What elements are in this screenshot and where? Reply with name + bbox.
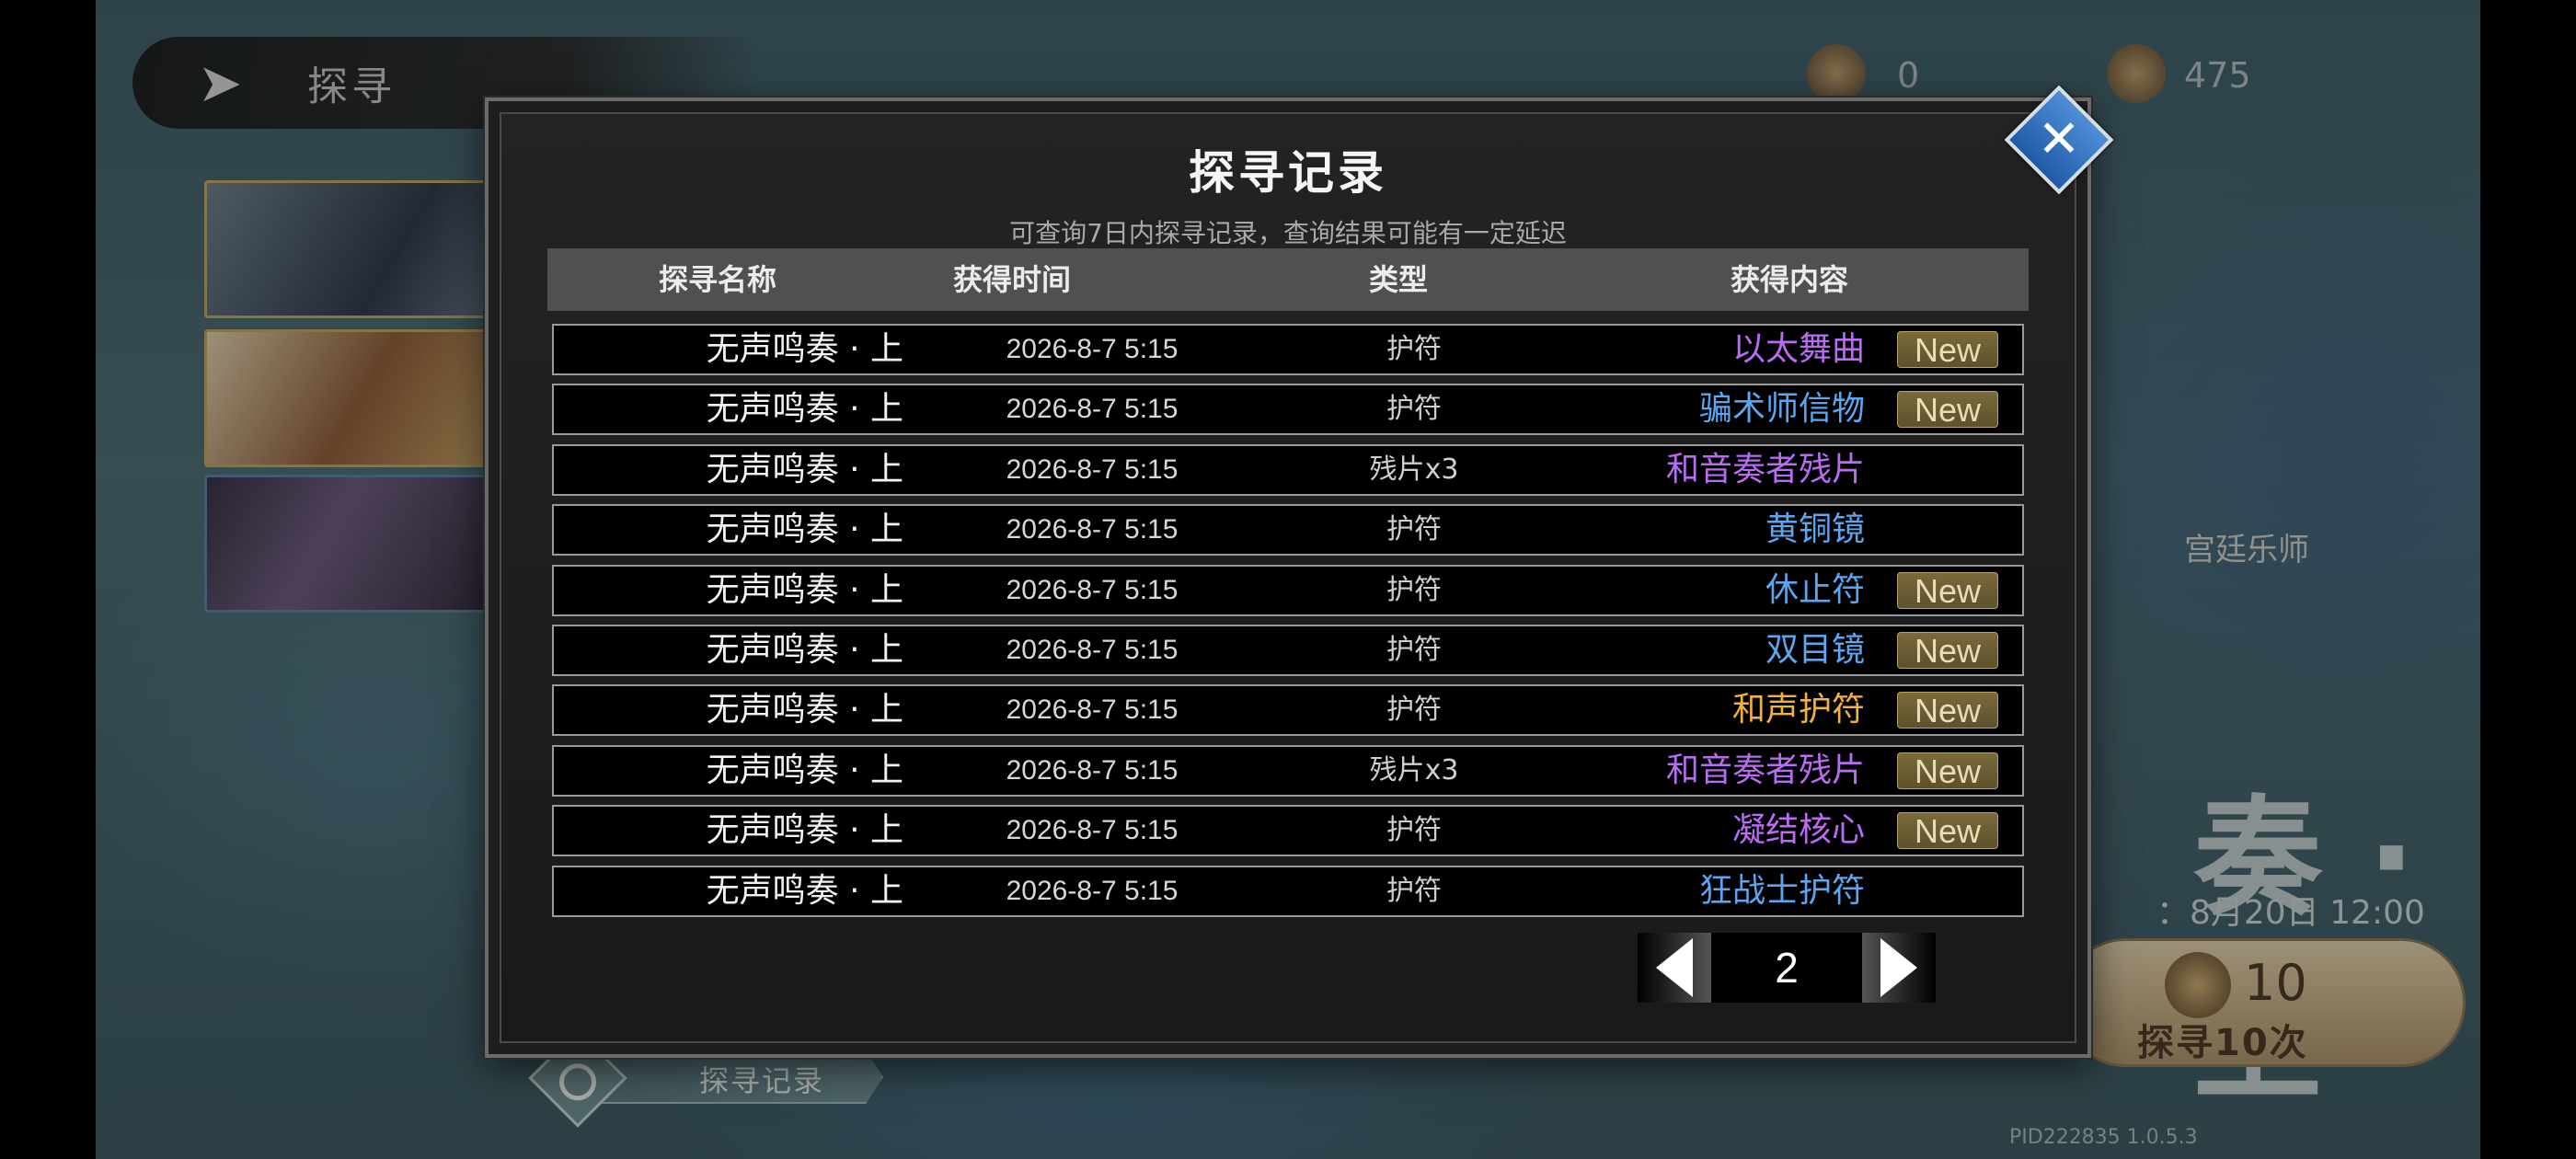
record-type: 残片x3 [1369,453,1459,486]
record-time: 2026-8-7 5:15 [1006,694,1179,725]
record-name: 无声鸣奏 · 上 [706,872,903,910]
record-time: 2026-8-7 5:15 [1006,815,1179,845]
table-row: 无声鸣奏 · 上 2026-8-7 5:15 护符 休止符 New [552,565,2024,616]
table-header: 探寻名称 获得时间 类型 获得内容 [547,248,2029,311]
table-row: 无声鸣奏 · 上 2026-8-7 5:15 护符 黄铜镜 [552,504,2024,556]
close-icon[interactable]: ✕ [2020,101,2098,178]
record-time: 2026-8-7 5:15 [1006,876,1179,906]
record-type: 护符 [1386,333,1442,365]
header-type: 类型 [1368,262,1428,297]
record-name: 无声鸣奏 · 上 [706,752,903,789]
new-badge: New [1897,632,1998,670]
record-name: 无声鸣奏 · 上 [706,390,903,428]
record-type: 护符 [1386,814,1442,846]
record-type: 护符 [1386,634,1442,666]
record-item: 凝结核心 [1731,811,1865,849]
new-badge: New [1897,572,1998,610]
record-item: 和声护符 [1731,691,1865,729]
record-item: 和音奏者残片 [1665,451,1865,488]
record-type: 护符 [1386,513,1442,545]
table-row: 无声鸣奏 · 上 2026-8-7 5:15 护符 骗术师信物 New [552,384,2024,435]
table-row: 无声鸣奏 · 上 2026-8-7 5:15 护符 狂战士护符 [552,866,2024,917]
record-type: 护符 [1386,574,1442,606]
record-name: 无声鸣奏 · 上 [706,691,903,729]
page-number: 2 [1775,944,1799,992]
new-badge: New [1897,692,1998,729]
record-name: 无声鸣奏 · 上 [706,451,903,488]
record-name: 无声鸣奏 · 上 [706,571,903,609]
modal-subtitle: 可查询7日内探寻记录，查询结果可能有一定延迟 [1009,218,1567,248]
header-time: 获得时间 [952,262,1071,297]
table-row: 无声鸣奏 · 上 2026-8-7 5:15 护符 和声护符 New [552,684,2024,736]
record-type: 残片x3 [1369,754,1459,786]
record-time: 2026-8-7 5:15 [1006,755,1179,786]
new-badge: New [1897,812,1998,850]
table-row: 无声鸣奏 · 上 2026-8-7 5:15 残片x3 和音奏者残片 New [552,745,2024,797]
record-item: 黄铜镜 [1765,511,1865,548]
game-screen: ➤ 探寻 0 475 宫廷乐师 奏 · 上 ：8月20日 12:00 10 探寻… [0,0,2576,1159]
table-row: 无声鸣奏 · 上 2026-8-7 5:15 残片x3 和音奏者残片 [552,444,2024,496]
record-name: 无声鸣奏 · 上 [706,631,903,669]
record-type: 护符 [1386,875,1442,907]
next-page-icon[interactable] [1862,933,1936,1003]
record-name: 无声鸣奏 · 上 [706,330,903,368]
record-item: 双目镜 [1765,631,1865,669]
record-item: 骗术师信物 [1698,390,1865,428]
record-name: 无声鸣奏 · 上 [706,811,903,849]
new-badge: New [1897,752,1998,790]
new-badge: New [1897,391,1998,429]
record-time: 2026-8-7 5:15 [1006,635,1179,665]
record-item: 以太舞曲 [1731,330,1865,368]
record-time: 2026-8-7 5:15 [1006,575,1179,605]
record-time: 2026-8-7 5:15 [1006,334,1179,364]
record-time: 2026-8-7 5:15 [1006,394,1179,424]
record-name: 无声鸣奏 · 上 [706,511,903,548]
prev-page-icon[interactable] [1638,933,1711,1003]
record-item: 和音奏者残片 [1665,752,1865,789]
modal-title: 探寻记录 [1189,146,1387,200]
record-type: 护符 [1386,393,1442,425]
table-row: 无声鸣奏 · 上 2026-8-7 5:15 护符 双目镜 New [552,625,2024,676]
pager: 2 [1638,933,1936,1003]
record-time: 2026-8-7 5:15 [1006,454,1179,485]
record-time: 2026-8-7 5:15 [1006,514,1179,545]
record-item: 休止符 [1765,571,1865,609]
header-content: 获得内容 [1730,262,1848,297]
header-name: 探寻名称 [658,262,776,297]
record-item: 狂战士护符 [1698,872,1865,910]
table-row: 无声鸣奏 · 上 2026-8-7 5:15 护符 以太舞曲 New [552,324,2024,375]
table-row: 无声鸣奏 · 上 2026-8-7 5:15 护符 凝结核心 New [552,805,2024,856]
record-type: 护符 [1386,694,1442,726]
new-badge: New [1897,331,1998,369]
